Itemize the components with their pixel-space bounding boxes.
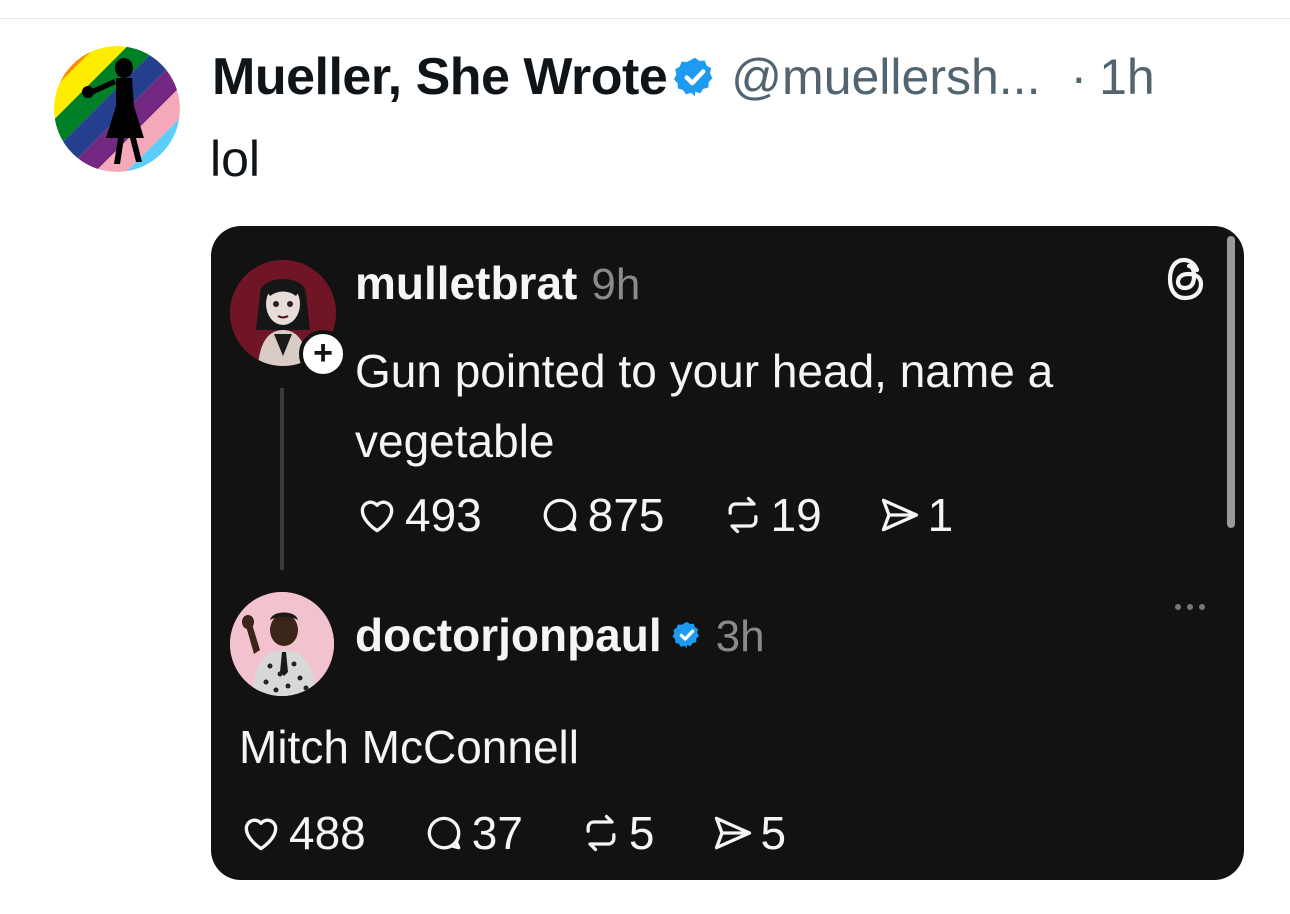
share-icon	[881, 498, 918, 532]
author-avatar[interactable]	[54, 46, 180, 172]
tweet-timestamp[interactable]: 1h	[1099, 48, 1155, 106]
reply-action[interactable]: 37	[422, 806, 523, 860]
avatar-image	[230, 592, 334, 696]
pride-silhouette-avatar	[54, 46, 180, 172]
author-name[interactable]: Mueller, She Wrote	[212, 47, 668, 107]
tweet-text: lol	[210, 131, 261, 187]
comment-icon	[427, 816, 461, 850]
post-username[interactable]: mulletbrat	[355, 256, 577, 310]
share-count: 5	[760, 807, 787, 859]
share-icon	[714, 816, 751, 850]
post-header: mulletbrat 9h	[355, 256, 640, 310]
verified-badge-icon	[674, 57, 713, 97]
like-action[interactable]: 488	[239, 806, 366, 860]
reply-header: doctorjonpaul 3h	[355, 608, 765, 662]
reply-actions: 488 37 5 5	[239, 806, 842, 860]
post-text: Gun pointed to your head, name a vegetab…	[355, 345, 1054, 467]
scrollbar	[1227, 236, 1235, 528]
divider-line	[0, 18, 1290, 19]
share-count: 1	[927, 489, 954, 541]
comment-icon	[543, 498, 577, 532]
repost-action[interactable]: 5	[579, 806, 655, 860]
tweet-media-image[interactable]: + mulletbrat 9h Gun pointed to your head…	[211, 226, 1244, 880]
follow-plus-button[interactable]: +	[299, 330, 347, 378]
repost-icon	[728, 496, 757, 534]
thread-connector-line	[280, 388, 284, 570]
more-icon[interactable]	[1175, 604, 1211, 610]
threads-logo-icon	[1167, 257, 1204, 301]
repost-icon	[586, 814, 616, 852]
separator-dot: ·	[1070, 49, 1088, 105]
share-action[interactable]: 5	[711, 806, 787, 860]
like-count: 493	[405, 489, 482, 541]
reply-username[interactable]: doctorjonpaul	[355, 608, 662, 662]
author-handle[interactable]: @muellersh...	[731, 48, 1040, 106]
reply-count: 875	[587, 489, 665, 541]
reply-action[interactable]: 875	[538, 488, 665, 542]
share-action[interactable]: 1	[878, 488, 954, 542]
repost-count: 5	[628, 807, 655, 859]
reply-count: 37	[471, 807, 523, 859]
repost-count: 19	[770, 489, 822, 541]
tweet-header: Mueller, She Wrote @muellersh... · 1h	[212, 44, 1272, 110]
heart-icon	[244, 818, 278, 851]
reply-time: 3h	[715, 612, 765, 661]
verified-badge-icon	[672, 621, 699, 649]
post-actions: 493 875 19 1	[355, 488, 1009, 542]
doctorjonpaul-avatar[interactable]	[230, 592, 334, 696]
like-count: 488	[289, 807, 366, 859]
reply-text: Mitch McConnell	[239, 721, 579, 773]
heart-icon	[360, 500, 394, 533]
post-time: 9h	[591, 260, 641, 309]
repost-action[interactable]: 19	[721, 488, 822, 542]
like-action[interactable]: 493	[355, 488, 482, 542]
